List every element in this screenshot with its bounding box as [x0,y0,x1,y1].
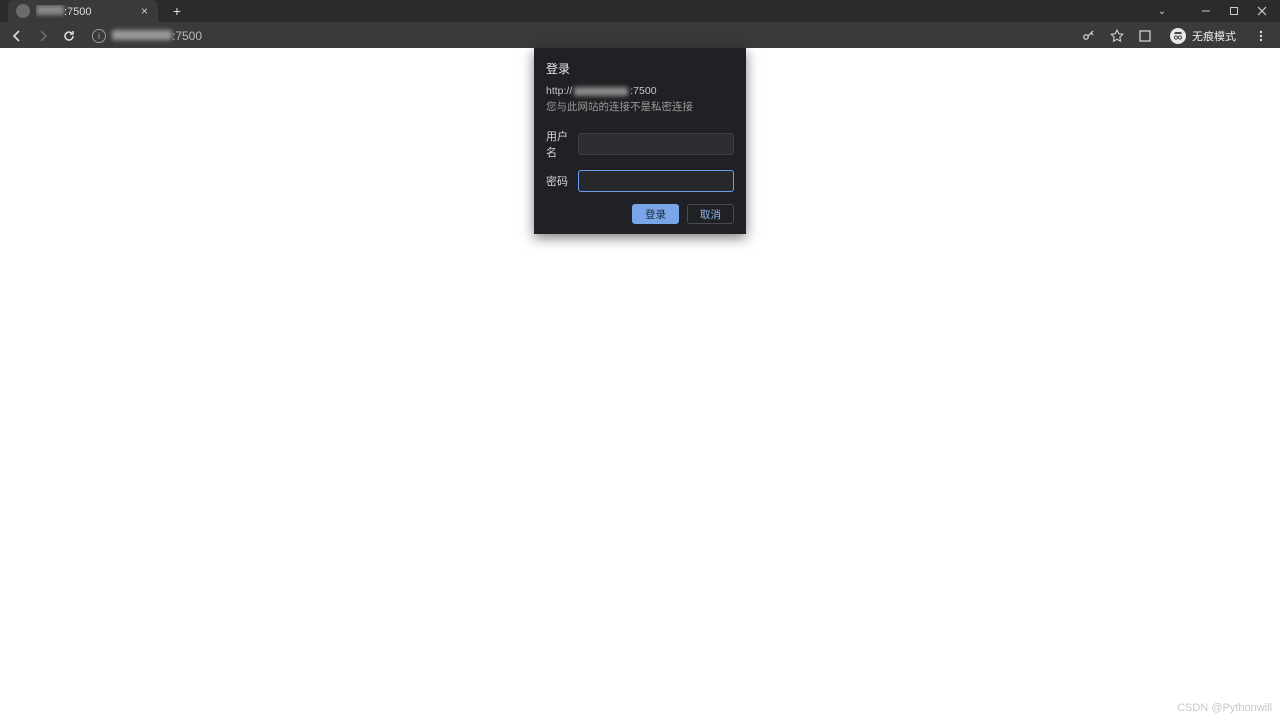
url-text: :7500 [112,29,202,43]
login-button[interactable]: 登录 [632,204,679,224]
minimize-icon[interactable] [1192,0,1220,22]
extensions-icon[interactable] [1134,25,1156,47]
back-button[interactable] [6,25,28,47]
browser-tab[interactable]: :7500 × [8,0,158,22]
menu-icon[interactable] [1250,25,1272,47]
window-close-icon[interactable] [1248,0,1276,22]
toolbar-actions: 无痕模式 [1078,25,1274,47]
new-tab-button[interactable]: + [164,0,190,22]
globe-icon [16,4,30,18]
chevron-down-icon[interactable]: ⌄ [1148,0,1176,22]
auth-password-input[interactable] [578,170,734,192]
tab-title: :7500 [36,5,135,18]
cancel-button[interactable]: 取消 [687,204,734,224]
blurred-host [574,87,628,96]
auth-password-row: 密码 [546,170,734,192]
auth-username-input[interactable] [578,133,734,155]
incognito-label: 无痕模式 [1192,28,1236,44]
auth-dialog-buttons: 登录 取消 [546,204,734,224]
browser-toolbar: i :7500 无痕模式 [0,22,1280,50]
auth-dialog-title: 登录 [546,60,734,77]
incognito-icon [1170,28,1186,44]
address-bar[interactable]: i :7500 [84,25,1074,47]
bookmark-star-icon[interactable] [1106,25,1128,47]
incognito-badge[interactable]: 无痕模式 [1162,26,1244,46]
blurred-host [36,5,64,15]
window-titlebar: ⌄ [0,0,1280,22]
reload-button[interactable] [58,25,80,47]
auth-username-label: 用户名 [546,128,578,160]
blurred-host [112,30,172,40]
site-info-icon[interactable]: i [92,29,106,43]
tab-strip: :7500 × + [0,0,190,22]
maximize-icon[interactable] [1220,0,1248,22]
watermark-text: CSDN @Pythonwill [1177,702,1272,714]
close-icon[interactable]: × [141,4,148,18]
auth-dialog-warning: 您与此网站的连接不是私密连接 [546,99,734,114]
auth-password-label: 密码 [546,173,578,189]
password-key-icon[interactable] [1078,25,1100,47]
auth-dialog-url: http://:7500 [546,85,734,97]
forward-button[interactable] [32,25,54,47]
auth-username-row: 用户名 [546,128,734,160]
http-auth-dialog: 登录 http://:7500 您与此网站的连接不是私密连接 用户名 密码 登录… [534,48,746,234]
